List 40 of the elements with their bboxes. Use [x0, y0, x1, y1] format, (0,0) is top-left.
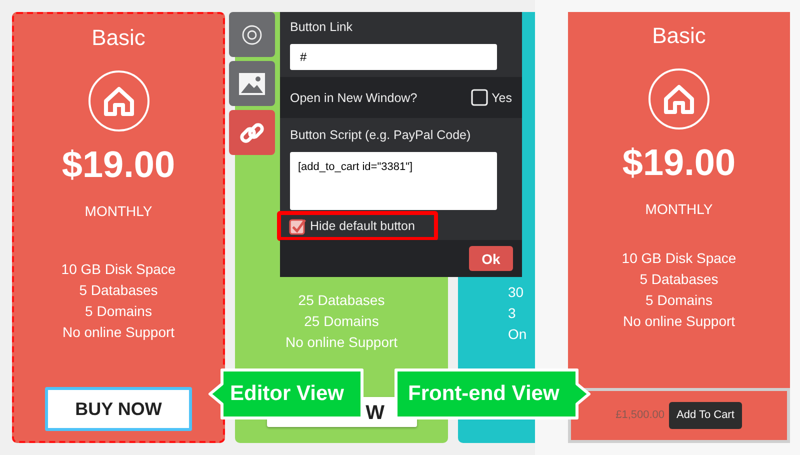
feature-text: 30: [508, 284, 524, 300]
feature-text: No online Support: [622, 313, 736, 329]
script-textarea[interactable]: [add_to_cart id="3381"]: [290, 152, 497, 210]
toolbar-button[interactable]: [229, 110, 275, 155]
field-label: Button Script (e.g. PayPal Code): [290, 127, 472, 144]
house-icon: [648, 68, 710, 130]
feature-text: On: [508, 326, 527, 342]
field-label: Button Link: [290, 19, 354, 36]
feature-text: 10 GB Disk Space: [61, 261, 176, 277]
feature-text: 3: [508, 305, 516, 321]
feature-text: 25 Domains: [304, 313, 379, 329]
toolbar-button[interactable]: [229, 12, 275, 57]
plan-price: $19.00: [622, 142, 736, 183]
feature-text: 5 Domains: [85, 303, 152, 319]
plan-title: Basic: [652, 23, 706, 48]
feature-text: 5 Databases: [640, 271, 718, 287]
field-label: Open in New Window?: [290, 90, 418, 106]
price-text: £1,500.00: [616, 408, 665, 424]
feature-text: No online Support: [285, 334, 398, 350]
add-to-cart-button[interactable]: Add To Cart: [668, 402, 742, 429]
billing-period: MONTHLY: [645, 201, 713, 217]
link-input[interactable]: #: [290, 44, 497, 70]
plan-title: Basic: [92, 25, 146, 50]
feature-text: No online Support: [62, 324, 175, 340]
billing-period: MONTHLY: [84, 203, 152, 219]
house-icon: [88, 70, 150, 132]
checkbox-label: Yes: [492, 90, 512, 106]
checkbox-label: Hide default button: [310, 218, 415, 235]
feature-text: 5 Domains: [646, 292, 712, 308]
plan-price: $19.00: [62, 144, 176, 185]
toolbar-button[interactable]: [229, 61, 275, 106]
ok-button[interactable]: Ok: [469, 246, 513, 271]
feature-text: 5 Databases: [79, 282, 158, 298]
callout-tooltip: Front-end View: [394, 368, 591, 420]
feature-text: 10 GB Disk Space: [622, 250, 736, 266]
checkbox[interactable]: [289, 218, 306, 234]
buy-now-button[interactable]: BUY NOW: [45, 387, 192, 431]
image-icon: [238, 72, 266, 96]
feature-text: 25 Databases: [298, 292, 385, 308]
callout-tooltip: Editor View: [208, 368, 364, 420]
